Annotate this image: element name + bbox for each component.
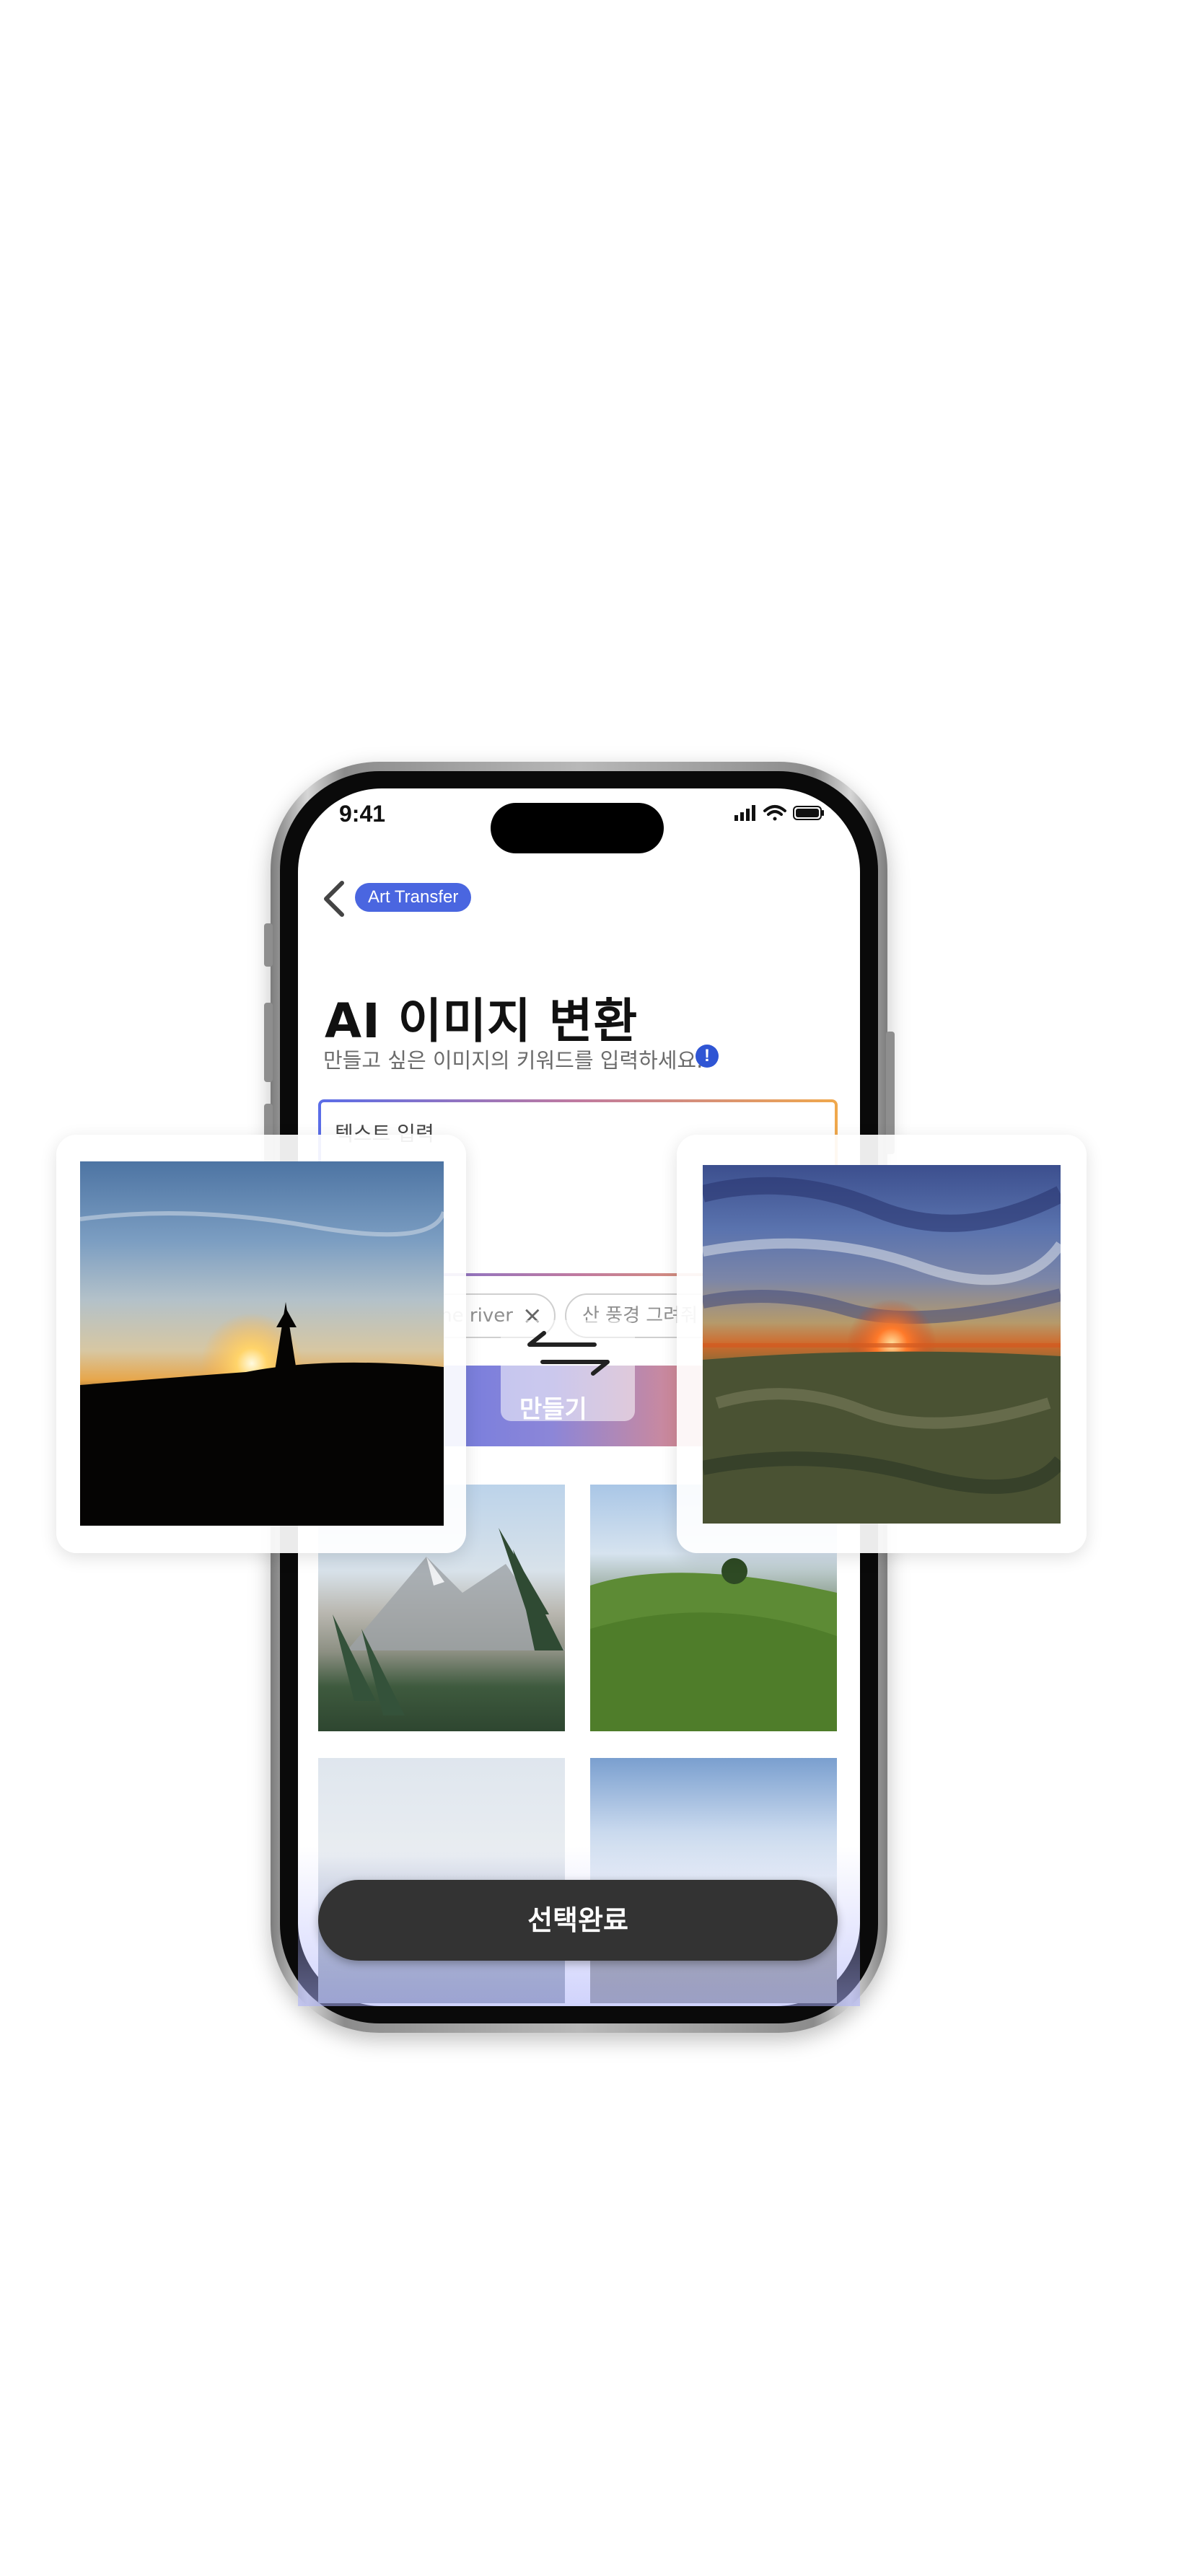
dynamic-island bbox=[491, 803, 664, 853]
status-time: 9:41 bbox=[339, 801, 386, 827]
painting-illustration bbox=[703, 1177, 1061, 1524]
original-sunset-photo bbox=[80, 1161, 444, 1526]
swap-arrows-icon bbox=[527, 1331, 610, 1376]
transformed-painting bbox=[703, 1165, 1061, 1524]
phone-volume-up bbox=[264, 1003, 273, 1082]
back-chevron-icon[interactable] bbox=[317, 879, 349, 919]
sunset-photo-illustration bbox=[80, 1210, 444, 1526]
done-button-label: 선택완료 bbox=[527, 1904, 628, 1936]
wifi-icon bbox=[763, 805, 786, 821]
phone-action-button bbox=[264, 923, 273, 967]
battery-icon bbox=[793, 806, 824, 820]
status-icons bbox=[734, 805, 824, 821]
make-button-label: 만들기 bbox=[519, 1395, 587, 1424]
art-transfer-badge: Art Transfer bbox=[355, 883, 472, 912]
signal-icon bbox=[734, 805, 755, 821]
page-subtitle: 만들고 싶은 이미지의 키워드를 입력하세요. bbox=[323, 1048, 703, 1073]
page-title: AI 이미지 변환 bbox=[325, 993, 639, 1049]
info-icon[interactable]: ! bbox=[696, 1045, 719, 1068]
